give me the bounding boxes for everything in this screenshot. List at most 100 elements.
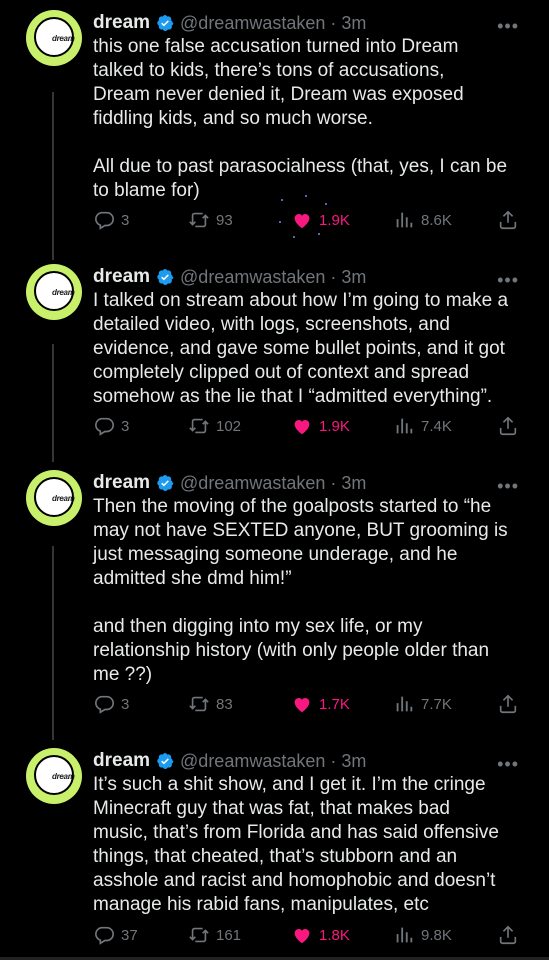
tweet[interactable]: dream dream @dreamwastaken · 3m ••• Then…: [0, 470, 549, 720]
like-icon: [294, 214, 310, 229]
retweet-button[interactable]: 102: [188, 415, 241, 437]
like-count: 1.7K: [319, 695, 350, 713]
reply-count: 3: [121, 417, 130, 435]
like-icon: [294, 929, 310, 944]
tweet-header: dream @dreamwastaken · 3m: [93, 266, 366, 288]
timestamp: 3m: [341, 472, 367, 493]
handle[interactable]: @dreamwastaken · 3m: [180, 473, 366, 494]
tweet-header: dream @dreamwastaken · 3m: [93, 12, 366, 34]
like-button[interactable]: 1.7K: [291, 693, 350, 715]
retweet-count: 102: [216, 417, 242, 435]
more-icon[interactable]: •••: [497, 270, 519, 291]
retweet-button[interactable]: 161: [188, 924, 241, 946]
action-bar: 3 83 1.7K 7.7K: [93, 693, 523, 717]
views-count: 9.8K: [421, 926, 452, 944]
retweet-count: 161: [216, 926, 242, 944]
share-button[interactable]: [497, 924, 519, 946]
like-button[interactable]: 1.9K: [291, 209, 350, 231]
timestamp: 3m: [341, 266, 367, 287]
views-count: 8.6K: [421, 211, 452, 229]
like-sparkle: [305, 195, 307, 197]
views-button[interactable]: 7.4K: [393, 415, 452, 437]
share-button[interactable]: [497, 209, 519, 231]
like-count: 1.8K: [319, 926, 350, 944]
like-sparkle: [318, 233, 320, 235]
verified-badge-icon: [157, 268, 174, 286]
retweet-count: 93: [216, 211, 233, 229]
action-bar: 3 93 1.9K 8.6K: [93, 195, 523, 238]
avatar[interactable]: dream: [26, 748, 82, 804]
like-sparkle: [293, 236, 295, 238]
display-name[interactable]: dream: [93, 266, 150, 288]
retweet-icon: [189, 212, 209, 228]
avatar[interactable]: dream: [26, 470, 82, 526]
share-icon: [499, 210, 517, 230]
share-icon: [499, 416, 517, 436]
reply-button[interactable]: 3: [93, 415, 129, 437]
retweet-button[interactable]: 93: [188, 209, 233, 231]
share-icon: [499, 925, 517, 945]
avatar-logo: dream: [52, 288, 75, 297]
views-button[interactable]: 7.7K: [393, 693, 452, 715]
avatar[interactable]: dream: [26, 264, 82, 320]
reply-count: 3: [121, 695, 130, 713]
action-bar: 3 102 1.9K 7.4K: [93, 415, 523, 439]
avatar-logo: dream: [52, 34, 75, 43]
handle-text: @dreamwastaken: [180, 472, 326, 493]
tweet[interactable]: dream dream @dreamwastaken · 3m ••• I ta…: [0, 264, 549, 444]
retweet-count: 83: [216, 695, 233, 713]
like-button[interactable]: 1.9K: [291, 415, 350, 437]
share-button[interactable]: [497, 415, 519, 437]
tweet-text: this one false accusation turned into Dr…: [93, 36, 508, 201]
tweet-text: I talked on stream about how I’m going t…: [93, 290, 509, 407]
avatar[interactable]: dream: [26, 10, 82, 66]
handle-text: @dreamwastaken: [180, 12, 326, 33]
tweet-text: It’s such a shit show, and I get it. I’m…: [93, 774, 499, 915]
reply-count: 3: [121, 211, 130, 229]
views-button[interactable]: 9.8K: [393, 924, 452, 946]
handle[interactable]: @dreamwastaken · 3m: [180, 267, 366, 288]
tweet-text: Then the moving of the goalposts started…: [93, 496, 508, 685]
like-count: 1.9K: [319, 417, 350, 435]
handle[interactable]: @dreamwastaken · 3m: [180, 751, 366, 772]
more-icon[interactable]: •••: [497, 754, 519, 775]
retweet-button[interactable]: 83: [188, 693, 233, 715]
reply-icon: [95, 417, 114, 436]
like-icon: [294, 698, 310, 713]
like-sparkle: [325, 203, 327, 205]
tweet[interactable]: dream dream @dreamwastaken · 3m ••• It’s…: [0, 748, 549, 953]
avatar-logo: dream: [52, 494, 75, 503]
reply-button[interactable]: 3: [93, 693, 129, 715]
reply-button[interactable]: 37: [93, 924, 138, 946]
like-sparkle: [279, 221, 281, 223]
display-name[interactable]: dream: [93, 12, 150, 34]
handle-text: @dreamwastaken: [180, 266, 326, 287]
display-name[interactable]: dream: [93, 472, 150, 494]
reply-count: 37: [121, 926, 138, 944]
like-icon: [294, 420, 310, 435]
more-icon[interactable]: •••: [497, 476, 519, 497]
verified-badge-icon: [157, 474, 174, 492]
timestamp: 3m: [341, 12, 367, 33]
display-name[interactable]: dream: [93, 750, 150, 772]
tweet-header: dream @dreamwastaken · 3m: [93, 472, 366, 494]
views-count: 7.4K: [421, 417, 452, 435]
views-icon: [396, 927, 413, 943]
like-sparkle: [281, 199, 283, 201]
retweet-icon: [189, 927, 209, 943]
reply-button[interactable]: 3: [93, 209, 129, 231]
tweet[interactable]: dream dream @dreamwastaken · 3m ••• this…: [0, 10, 549, 245]
reply-icon: [95, 926, 114, 945]
verified-badge-icon: [157, 752, 174, 770]
share-button[interactable]: [497, 693, 519, 715]
share-icon: [499, 694, 517, 714]
views-icon: [396, 696, 413, 712]
handle[interactable]: @dreamwastaken · 3m: [180, 13, 366, 34]
views-icon: [396, 418, 413, 434]
more-icon[interactable]: •••: [497, 16, 519, 37]
reply-icon: [95, 695, 114, 714]
views-button[interactable]: 8.6K: [393, 209, 452, 231]
views-icon: [396, 212, 413, 228]
like-button[interactable]: 1.8K: [291, 924, 350, 946]
verified-badge-icon: [157, 14, 174, 32]
